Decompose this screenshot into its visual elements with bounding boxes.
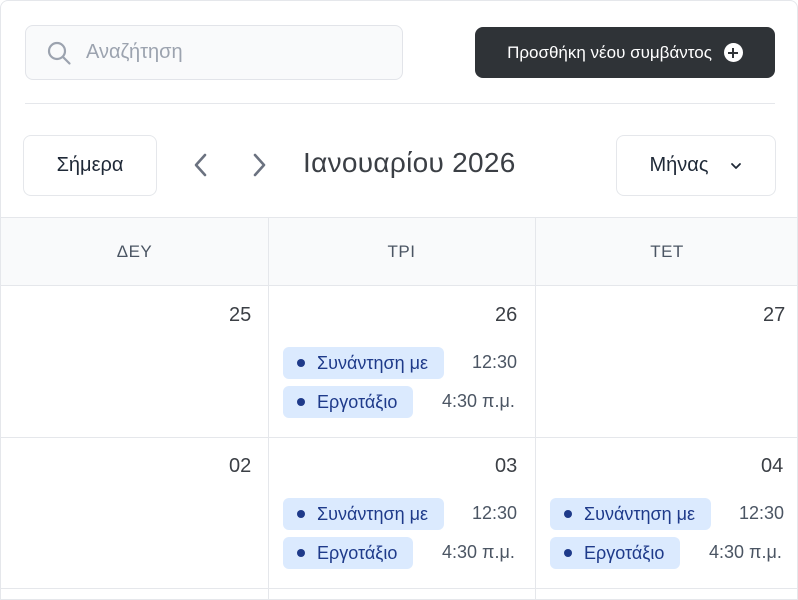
column-divider xyxy=(268,218,269,599)
event-title: Συνάντηση με xyxy=(317,503,429,524)
calendar-event[interactable]: Συνάντηση με xyxy=(283,347,445,379)
search-input[interactable] xyxy=(86,41,386,64)
event-dot-icon xyxy=(297,398,305,406)
calendar-app: Προσθήκη νέου συμβάντος Σήμερα Ιανουαρίο… xyxy=(0,0,798,600)
event-time: 12:30 xyxy=(739,503,785,523)
event-title: Εργοτάξιο xyxy=(317,391,398,412)
chevron-right-icon xyxy=(253,153,266,177)
event-time: 12:30 xyxy=(472,352,518,372)
weekday-header: ΤΕΤ xyxy=(650,242,684,261)
day-number[interactable]: 27 xyxy=(763,304,785,327)
chevron-left-icon xyxy=(194,153,207,177)
event-dot-icon xyxy=(297,549,305,557)
event-chip[interactable]: Εργοτάξιο xyxy=(283,386,414,418)
event-title: Συνάντηση με xyxy=(584,503,696,524)
view-select[interactable]: Μήνας xyxy=(616,135,776,196)
event-time: 12:30 xyxy=(472,503,518,523)
calendar-event[interactable]: Εργοτάξιο xyxy=(283,386,414,418)
column-divider xyxy=(535,218,536,599)
event-dot-icon xyxy=(297,359,305,367)
header-divider xyxy=(25,103,775,104)
row-divider xyxy=(1,588,797,589)
event-dot-icon xyxy=(564,510,572,518)
calendar-grid: ΔΕΥ ΤΡΙ ΤΕΤ 25 26 27 Συνάντηση με 12:30 … xyxy=(1,217,797,599)
day-number[interactable]: 03 xyxy=(495,455,517,478)
event-title: Εργοτάξιο xyxy=(317,542,398,563)
event-chip[interactable]: Εργοτάξιο xyxy=(283,537,414,569)
event-dot-icon xyxy=(564,549,572,557)
view-select-label: Μήνας xyxy=(649,154,709,176)
add-event-label: Προσθήκη νέου συμβάντος xyxy=(507,42,712,62)
previous-month-button[interactable] xyxy=(184,148,218,182)
chevron-down-icon xyxy=(731,162,742,169)
event-chip[interactable]: Συνάντηση με xyxy=(550,498,712,530)
search-box[interactable] xyxy=(25,25,403,80)
search-icon xyxy=(47,41,71,65)
event-time: 4:30 π.μ. xyxy=(442,542,515,562)
event-title: Εργοτάξιο xyxy=(584,542,665,563)
calendar-event[interactable]: Εργοτάξιο xyxy=(550,537,681,569)
day-number[interactable]: 04 xyxy=(761,455,783,478)
next-month-button[interactable] xyxy=(242,148,276,182)
event-chip[interactable]: Εργοτάξιο xyxy=(550,537,681,569)
weekday-header: ΤΡΙ xyxy=(387,242,416,261)
add-event-button[interactable]: Προσθήκη νέου συμβάντος xyxy=(475,27,775,78)
row-divider xyxy=(1,437,797,438)
event-chip[interactable]: Συνάντηση με xyxy=(283,498,445,530)
event-title: Συνάντηση με xyxy=(317,352,429,373)
event-dot-icon xyxy=(297,510,305,518)
event-time: 4:30 π.μ. xyxy=(442,391,515,411)
today-button[interactable]: Σήμερα xyxy=(23,135,157,196)
calendar-event[interactable]: Συνάντηση με xyxy=(283,498,445,530)
plus-circle-icon xyxy=(723,43,743,62)
event-chip[interactable]: Συνάντηση με xyxy=(283,347,445,379)
day-number[interactable]: 26 xyxy=(495,304,517,327)
weekday-header: ΔΕΥ xyxy=(116,242,153,261)
day-number[interactable]: 02 xyxy=(229,455,251,478)
day-number[interactable]: 25 xyxy=(229,304,251,327)
calendar-event[interactable]: Συνάντηση με xyxy=(550,498,712,530)
event-time: 4:30 π.μ. xyxy=(709,542,782,562)
calendar-event[interactable]: Εργοτάξιο xyxy=(283,537,414,569)
weekday-header-row: ΔΕΥ ΤΡΙ ΤΕΤ xyxy=(1,218,797,286)
month-title: Ιανουαρίου 2026 xyxy=(303,147,516,178)
